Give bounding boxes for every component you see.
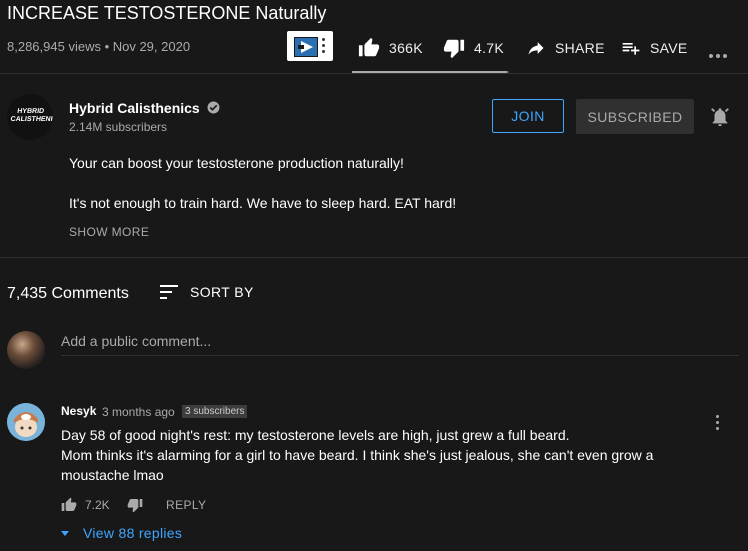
- view-replies-label: View 88 replies: [83, 525, 183, 541]
- extension-logo-icon: [294, 37, 318, 57]
- channel-avatar[interactable]: HYBRID CALISTHENICS: [7, 94, 53, 140]
- subscribed-button[interactable]: SUBSCRIBED: [576, 99, 694, 134]
- show-more-button[interactable]: SHOW MORE: [69, 225, 149, 239]
- commenter-avatar[interactable]: [7, 403, 45, 441]
- comment-timestamp[interactable]: 3 months ago: [102, 405, 175, 419]
- comment-author[interactable]: Nesyk: [61, 404, 96, 418]
- sentiment-bar: [352, 71, 509, 73]
- extension-menu-icon: [322, 38, 326, 56]
- description-line: It's not enough to train hard. We have t…: [69, 195, 457, 211]
- comment-like-button[interactable]: 7.2K: [61, 497, 110, 513]
- like-count: 366K: [389, 40, 423, 56]
- sentiment-bar-fill: [352, 71, 507, 73]
- share-icon: [528, 42, 544, 55]
- extension-button[interactable]: [287, 31, 333, 61]
- sort-icon: [160, 285, 178, 299]
- subscriber-badge: 3 subscribers: [182, 405, 248, 418]
- thumb-up-icon: [358, 37, 380, 57]
- comment-text-line: moustache lmao: [61, 467, 164, 483]
- more-actions-button[interactable]: [708, 46, 730, 64]
- comment-menu-button[interactable]: [716, 415, 720, 433]
- comment-like-count: 7.2K: [85, 498, 110, 512]
- comment-count: 7,435 Comments: [7, 285, 129, 302]
- save-button[interactable]: SAVE: [620, 36, 688, 60]
- share-button[interactable]: SHARE: [525, 36, 605, 60]
- channel-name[interactable]: Hybrid Calisthenics: [69, 100, 220, 116]
- reply-button[interactable]: REPLY: [166, 498, 206, 512]
- channel-avatar-logo: HYBRID CALISTHENICS: [10, 108, 53, 123]
- save-label: SAVE: [650, 40, 688, 56]
- thumb-down-icon: [443, 39, 465, 59]
- sort-by-button[interactable]: SORT BY: [160, 284, 254, 300]
- playlist-add-icon: [622, 43, 640, 55]
- thumb-down-icon: [127, 499, 143, 513]
- description-line: Your can boost your testosterone product…: [69, 155, 404, 171]
- comment-text-line: Day 58 of good night's rest: my testoste…: [61, 427, 570, 443]
- current-user-avatar: [7, 331, 45, 369]
- caret-down-icon: [61, 530, 69, 536]
- share-label: SHARE: [555, 40, 605, 56]
- comment-input[interactable]: Add a public comment...: [61, 333, 739, 356]
- comment-dislike-button[interactable]: [127, 497, 143, 518]
- thumb-up-icon: [61, 497, 77, 511]
- divider: [0, 73, 748, 74]
- notification-bell-button[interactable]: [709, 105, 731, 134]
- sort-by-label: SORT BY: [190, 284, 254, 300]
- video-title: INCREASE TESTOSTERONE Naturally: [7, 3, 327, 23]
- verified-icon: [207, 101, 220, 114]
- comment-text-line: Mom thinks it's alarming for a girl to h…: [61, 447, 654, 463]
- like-button[interactable]: 366K: [357, 36, 423, 60]
- dislike-button[interactable]: 4.7K: [442, 36, 504, 60]
- video-meta: 8,286,945 views • Nov 29, 2020: [7, 39, 191, 54]
- join-button[interactable]: JOIN: [492, 99, 564, 133]
- more-horiz-icon: [709, 54, 727, 58]
- divider: [0, 257, 748, 258]
- view-replies-button[interactable]: View 88 replies: [61, 525, 182, 541]
- bell-icon: [711, 108, 729, 127]
- dislike-count: 4.7K: [474, 40, 504, 56]
- channel-subscriber-count: 2.14M subscribers: [69, 120, 168, 134]
